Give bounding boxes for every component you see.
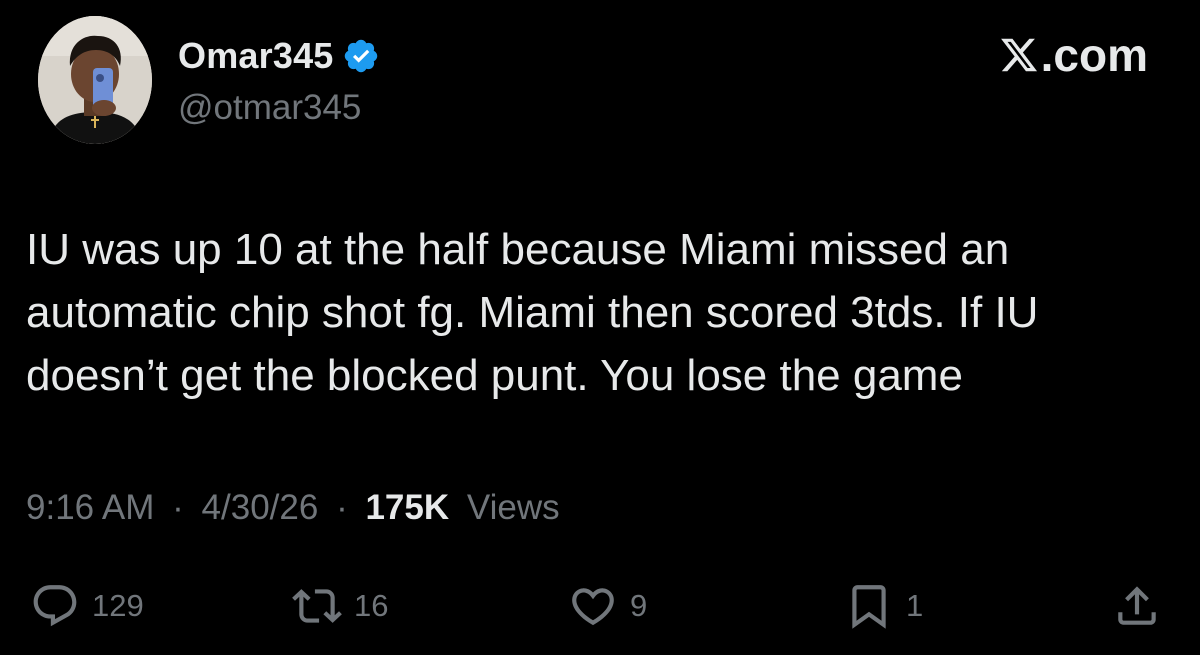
bookmark-count: 1	[906, 588, 924, 623]
views-count: 175K	[365, 488, 450, 527]
like-button[interactable]: 9	[568, 576, 647, 636]
reply-button[interactable]: 129	[30, 576, 144, 636]
tweet-time[interactable]: 9:16 AM	[26, 488, 154, 527]
reply-icon	[33, 585, 77, 627]
bookmark-button[interactable]: 1	[844, 576, 923, 636]
tweet-card: Omar345 @otmar345 .com IU was up 10 at t…	[0, 0, 1200, 655]
share-button[interactable]	[1112, 576, 1162, 636]
verified-badge-icon	[342, 37, 380, 75]
author-display-name[interactable]: Omar345	[178, 35, 334, 77]
bookmark-icon	[852, 585, 886, 629]
repost-icon	[292, 589, 342, 623]
x-logo-icon	[1000, 38, 1037, 72]
site-label: .com	[999, 28, 1148, 82]
author-name-row: Omar345	[178, 32, 380, 80]
meta-separator: ·	[336, 488, 348, 527]
reply-count: 129	[92, 588, 144, 623]
heart-icon	[572, 588, 614, 626]
share-icon	[1118, 586, 1156, 625]
avatar[interactable]	[38, 16, 152, 144]
action-bar: 129 16 9 1	[0, 576, 1200, 636]
site-label-text: .com	[1040, 29, 1148, 81]
tweet-date[interactable]: 4/30/26	[202, 488, 319, 527]
author-handle[interactable]: @otmar345	[178, 88, 361, 128]
repost-button[interactable]: 16	[292, 576, 388, 636]
avatar-photo	[38, 16, 152, 144]
tweet-text: IU was up 10 at the half because Miami m…	[26, 225, 1039, 400]
tweet-meta: 9:16 AM · 4/30/26 · 175K Views	[26, 488, 560, 528]
views-label: Views	[466, 488, 560, 527]
meta-separator: ·	[172, 488, 184, 527]
like-count: 9	[630, 588, 648, 623]
repost-count: 16	[354, 588, 389, 623]
